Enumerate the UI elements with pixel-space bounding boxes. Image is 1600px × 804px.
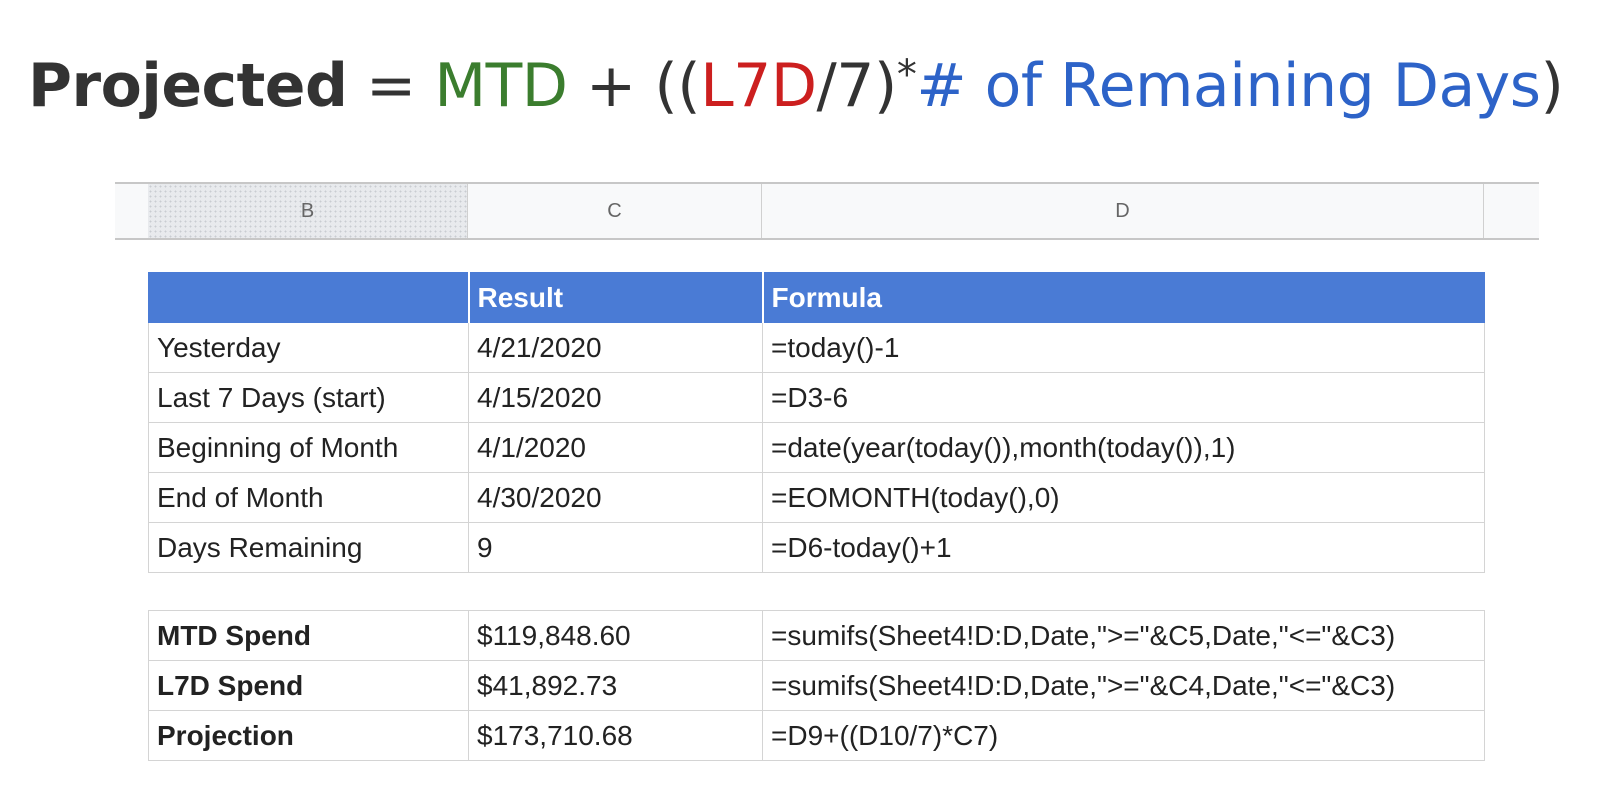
formula-cell[interactable]: =today()-1 bbox=[762, 322, 1485, 373]
table-row: Projection $173,710.68 =D9+((D10/7)*C7) bbox=[148, 710, 1485, 761]
table-header-row: Result Formula bbox=[148, 272, 1485, 323]
label-cell[interactable]: Last 7 Days (start) bbox=[148, 372, 469, 423]
result-cell[interactable]: $173,710.68 bbox=[468, 710, 763, 761]
result-cell[interactable]: 4/30/2020 bbox=[468, 472, 763, 523]
table-row: Days Remaining 9 =D6-today()+1 bbox=[148, 522, 1485, 573]
formula-cell[interactable]: =EOMONTH(today(),0) bbox=[762, 472, 1485, 523]
formula-cell[interactable]: =sumifs(Sheet4!D:D,Date,">="&C5,Date,"<=… bbox=[762, 610, 1485, 661]
formula-plus: + (( bbox=[567, 51, 701, 121]
formula-multiply: * bbox=[896, 52, 917, 98]
formula-cell[interactable]: =D9+((D10/7)*C7) bbox=[762, 710, 1485, 761]
formula-cell[interactable]: =D3-6 bbox=[762, 372, 1485, 423]
table-row: Beginning of Month 4/1/2020 =date(year(t… bbox=[148, 422, 1485, 473]
formula-term-l7d: L7D bbox=[700, 51, 817, 121]
spend-projection-table: MTD Spend $119,848.60 =sumifs(Sheet4!D:D… bbox=[148, 610, 1485, 761]
label-cell[interactable]: Projection bbox=[148, 710, 469, 761]
result-cell[interactable]: 4/21/2020 bbox=[468, 322, 763, 373]
table-row: Yesterday 4/21/2020 =today()-1 bbox=[148, 322, 1485, 373]
header-cell-result[interactable]: Result bbox=[468, 272, 764, 323]
column-header-d[interactable]: D bbox=[762, 184, 1484, 238]
result-cell[interactable]: $41,892.73 bbox=[468, 660, 763, 711]
formula-term-projected: Projected bbox=[28, 51, 348, 121]
label-cell[interactable]: L7D Spend bbox=[148, 660, 469, 711]
label-cell[interactable]: End of Month bbox=[148, 472, 469, 523]
column-header-b[interactable]: B bbox=[148, 184, 468, 238]
label-cell[interactable]: Days Remaining bbox=[148, 522, 469, 573]
result-cell[interactable]: 9 bbox=[468, 522, 763, 573]
table-row: MTD Spend $119,848.60 =sumifs(Sheet4!D:D… bbox=[148, 610, 1485, 661]
header-cell-label[interactable] bbox=[148, 272, 470, 323]
formula-divide-seven: /7) bbox=[816, 51, 898, 121]
table-row: Last 7 Days (start) 4/15/2020 =D3-6 bbox=[148, 372, 1485, 423]
formula-term-mtd: MTD bbox=[434, 51, 568, 121]
formula-cell[interactable]: =sumifs(Sheet4!D:D,Date,">="&C4,Date,"<=… bbox=[762, 660, 1485, 711]
label-cell[interactable]: Beginning of Month bbox=[148, 422, 469, 473]
table-row: End of Month 4/30/2020 =EOMONTH(today(),… bbox=[148, 472, 1485, 523]
table-row: L7D Spend $41,892.73 =sumifs(Sheet4!D:D,… bbox=[148, 660, 1485, 711]
formula-close-paren: ) bbox=[1540, 51, 1564, 121]
formula-cell[interactable]: =D6-today()+1 bbox=[762, 522, 1485, 573]
label-cell[interactable]: MTD Spend bbox=[148, 610, 469, 661]
formula-term-remaining-days: # of Remaining Days bbox=[916, 51, 1541, 121]
formula-equals: = bbox=[347, 51, 435, 121]
header-cell-formula[interactable]: Formula bbox=[762, 272, 1485, 323]
projection-formula-heading: Projected = MTD + ((L7D/7)*# of Remainin… bbox=[28, 30, 1564, 131]
column-header-bar: B C D bbox=[115, 182, 1539, 240]
result-cell[interactable]: 4/1/2020 bbox=[468, 422, 763, 473]
date-calculation-table: Result Formula Yesterday 4/21/2020 =toda… bbox=[148, 272, 1485, 573]
label-cell[interactable]: Yesterday bbox=[148, 322, 469, 373]
column-header-c[interactable]: C bbox=[468, 184, 762, 238]
formula-cell[interactable]: =date(year(today()),month(today()),1) bbox=[762, 422, 1485, 473]
result-cell[interactable]: 4/15/2020 bbox=[468, 372, 763, 423]
result-cell[interactable]: $119,848.60 bbox=[468, 610, 763, 661]
